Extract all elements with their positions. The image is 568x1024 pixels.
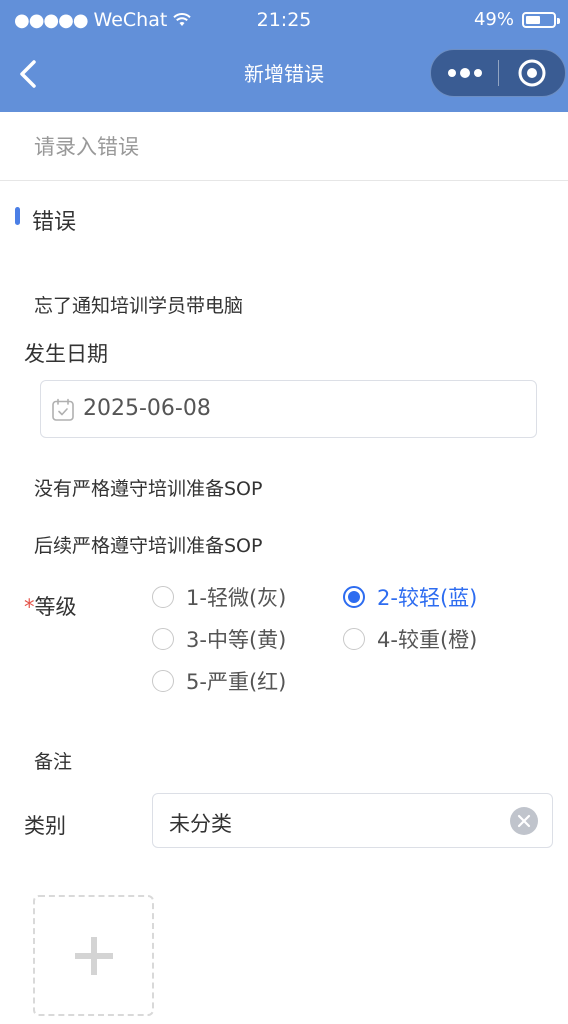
section-title: 错误 — [32, 210, 77, 235]
level-option-4[interactable]: 4-较重(橙) — [343, 624, 477, 654]
cause-text[interactable]: 没有严格遵守培训准备SOP — [34, 474, 262, 501]
radio-circle-icon — [152, 586, 174, 608]
back-button[interactable] — [12, 56, 44, 92]
battery-tip — [557, 17, 560, 24]
more-dots-icon — [447, 68, 482, 78]
mini-program-capsule — [430, 49, 566, 97]
battery-fill — [526, 15, 540, 24]
category-label: 类别 — [24, 814, 66, 838]
more-button[interactable] — [431, 50, 498, 96]
level-label: *等级 — [24, 591, 77, 621]
level-label-text: 等级 — [34, 595, 77, 619]
header: ●●●●● WeChat 21:25 49% 新增错误 — [0, 0, 568, 112]
level-option-2[interactable]: 2-较轻(蓝) — [343, 582, 477, 612]
category-select[interactable]: 未分类 — [152, 793, 553, 848]
level-option-1[interactable]: 1-轻微(灰) — [152, 582, 286, 612]
level-option-label: 5-严重(红) — [186, 670, 287, 694]
upload-image-button[interactable] — [33, 895, 154, 1016]
date-picker[interactable]: 2025-06-08 — [40, 380, 537, 438]
chevron-left-icon — [20, 60, 36, 88]
error-text[interactable]: 忘了通知培训学员带电脑 — [34, 291, 243, 318]
level-option-label: 3-中等(黄) — [186, 628, 287, 652]
level-option-label: 2-较轻(蓝) — [377, 586, 478, 610]
date-label: 发生日期 — [24, 342, 108, 366]
radio-circle-icon — [343, 628, 365, 650]
level-option-label: 1-轻微(灰) — [186, 586, 287, 610]
battery-icon — [522, 11, 560, 28]
radio-circle-icon — [152, 670, 174, 692]
clear-category-button[interactable] — [510, 807, 538, 835]
error-input-row — [0, 112, 568, 181]
section-accent-bar — [15, 207, 20, 225]
radio-circle-icon — [152, 628, 174, 650]
close-mini-program-button[interactable] — [499, 50, 565, 96]
level-option-label: 4-较重(橙) — [377, 628, 478, 652]
target-circle-icon — [518, 59, 546, 87]
level-option-3[interactable]: 3-中等(黄) — [152, 624, 286, 654]
page-title: 新增错误 — [244, 62, 324, 86]
remark-label: 备注 — [34, 751, 73, 773]
date-value: 2025-06-08 — [83, 396, 211, 421]
category-value: 未分类 — [169, 812, 232, 836]
status-right: 49% — [473, 9, 560, 30]
followup-text[interactable]: 后续严格遵守培训准备SOP — [34, 531, 262, 558]
clear-x-icon — [517, 814, 531, 828]
radio-checked-icon — [343, 586, 365, 608]
status-bar: ●●●●● WeChat 21:25 49% — [0, 0, 568, 40]
level-option-5[interactable]: 5-严重(红) — [152, 666, 286, 696]
error-input[interactable] — [32, 128, 536, 166]
calendar-icon — [52, 398, 74, 421]
plus-icon — [74, 936, 113, 975]
required-mark: * — [24, 595, 35, 619]
battery-percent: 49% — [473, 9, 514, 30]
